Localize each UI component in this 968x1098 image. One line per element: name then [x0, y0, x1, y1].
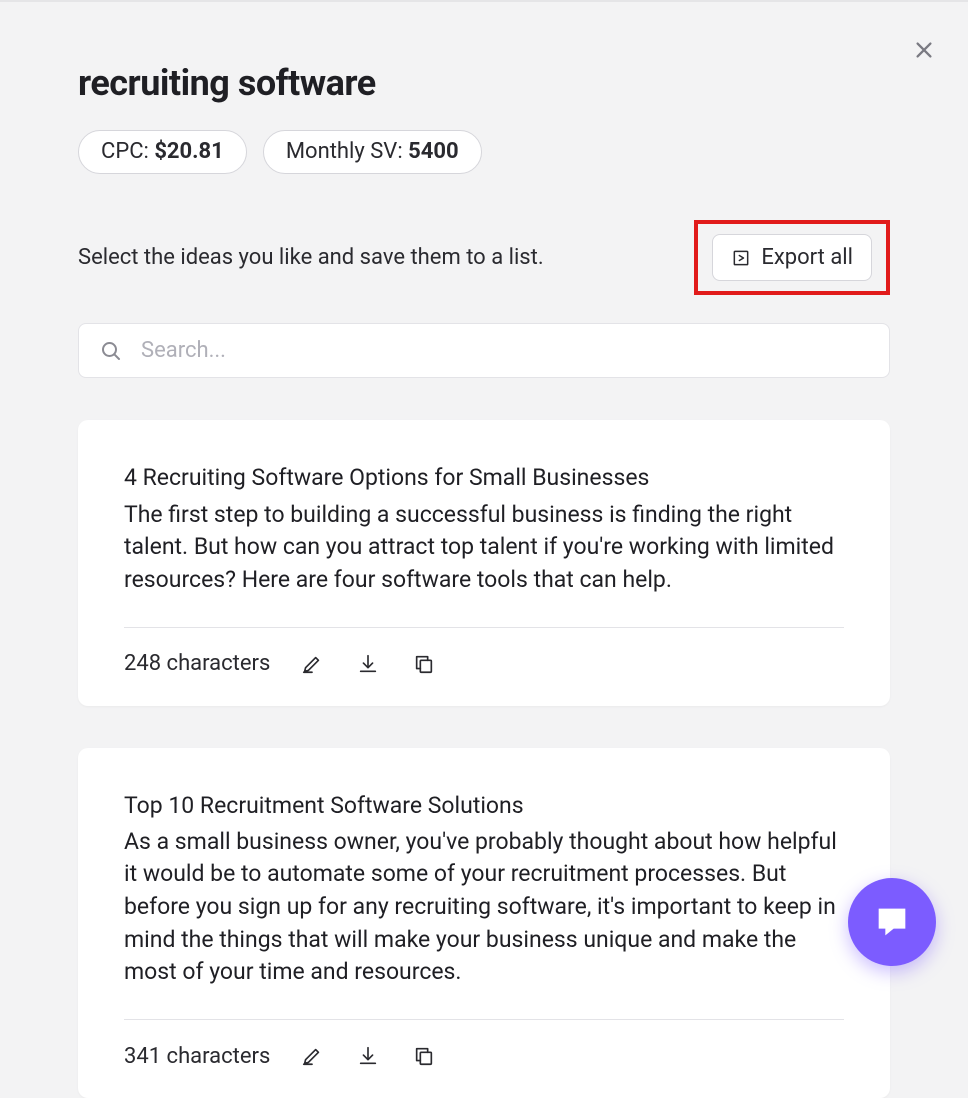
export-icon	[731, 248, 751, 268]
idea-title: Top 10 Recruitment Software Solutions	[124, 790, 844, 822]
edit-button[interactable]	[298, 1042, 326, 1070]
pencil-icon	[301, 1045, 323, 1067]
download-button[interactable]	[354, 1042, 382, 1070]
sv-pill: Monthly SV: 5400	[263, 130, 482, 174]
copy-icon	[413, 1045, 435, 1067]
export-label: Export all	[761, 245, 853, 270]
copy-icon	[413, 653, 435, 675]
copy-button[interactable]	[410, 1042, 438, 1070]
download-button[interactable]	[354, 650, 382, 678]
cpc-pill: CPC: $20.81	[78, 130, 247, 174]
cpc-label: CPC:	[101, 139, 154, 164]
idea-card[interactable]: Top 10 Recruitment Software Solutions As…	[78, 748, 890, 1098]
idea-description: As a small business owner, you've probab…	[124, 826, 844, 989]
idea-title: 4 Recruiting Software Options for Small …	[124, 462, 844, 494]
char-count: 248 characters	[124, 651, 270, 676]
chat-icon	[872, 902, 912, 942]
download-icon	[357, 653, 379, 675]
idea-card[interactable]: 4 Recruiting Software Options for Small …	[78, 420, 890, 705]
search-input[interactable]	[141, 338, 869, 363]
card-divider	[124, 1019, 844, 1020]
char-count: 341 characters	[124, 1044, 270, 1069]
instruction-text: Select the ideas you like and save them …	[78, 245, 544, 270]
ideas-panel: recruiting software CPC: $20.81 Monthly …	[0, 2, 968, 1098]
search-wrap[interactable]	[78, 323, 890, 378]
idea-description: The first step to building a successful …	[124, 499, 844, 597]
close-button[interactable]	[910, 36, 938, 64]
edit-button[interactable]	[298, 650, 326, 678]
sv-label: Monthly SV:	[286, 139, 408, 164]
card-footer: 248 characters	[124, 650, 844, 678]
search-icon	[99, 339, 123, 363]
action-row: Select the ideas you like and save them …	[78, 220, 890, 295]
close-icon	[913, 39, 935, 61]
export-highlight: Export all	[694, 220, 890, 295]
chat-fab[interactable]	[848, 878, 936, 966]
page-title: recruiting software	[78, 62, 890, 104]
stats-row: CPC: $20.81 Monthly SV: 5400	[78, 130, 890, 174]
cpc-value: $20.81	[154, 139, 224, 164]
card-divider	[124, 627, 844, 628]
copy-button[interactable]	[410, 650, 438, 678]
sv-value: 5400	[408, 139, 459, 164]
export-all-button[interactable]: Export all	[712, 234, 872, 281]
download-icon	[357, 1045, 379, 1067]
pencil-icon	[301, 653, 323, 675]
card-footer: 341 characters	[124, 1042, 844, 1070]
